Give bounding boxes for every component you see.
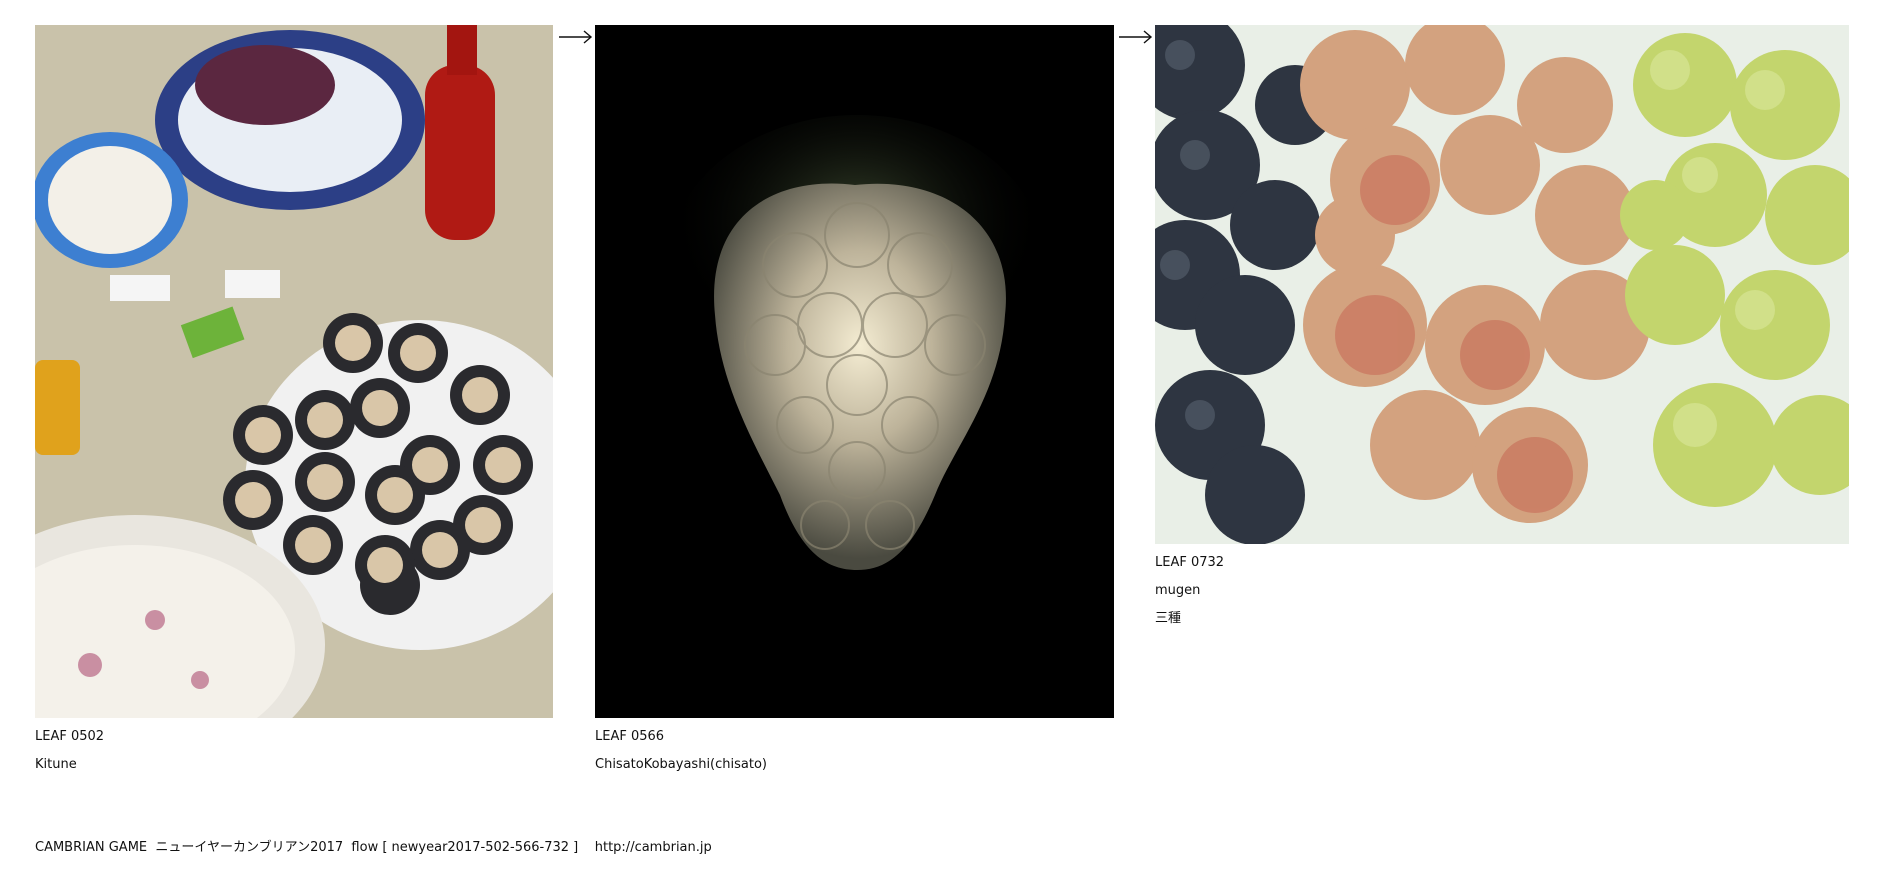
leaf-caption: LEAF 0502 Kitune xyxy=(35,723,553,779)
leaf-number[interactable]: LEAF 0732 xyxy=(1155,549,1849,577)
sushi-rolls-photo[interactable] xyxy=(35,25,553,718)
leaf-panel-0566: LEAF 0566 ChisatoKobayashi(chisato) xyxy=(595,25,1114,779)
leaf-caption: LEAF 0732 mugen 三種 xyxy=(1155,549,1849,633)
arrow-icon xyxy=(1119,30,1153,44)
leaf-number[interactable]: LEAF 0566 xyxy=(595,723,1114,751)
leaf-caption: LEAF 0566 ChisatoKobayashi(chisato) xyxy=(595,723,1114,779)
grape-lamp-photo[interactable] xyxy=(595,25,1114,718)
leaf-panel-0732: LEAF 0732 mugen 三種 xyxy=(1155,25,1849,633)
leaf-note: 三種 xyxy=(1155,611,1182,626)
leaf-panel-0502: LEAF 0502 Kitune xyxy=(35,25,553,779)
flow-footer: CAMBRIAN GAME ニューイヤーカンブリアン2017 flow [ ne… xyxy=(35,840,712,855)
arrow-icon xyxy=(559,30,593,44)
author-name[interactable]: mugen xyxy=(1155,577,1849,605)
leaf-number[interactable]: LEAF 0502 xyxy=(35,723,553,751)
author-name[interactable]: Kitune xyxy=(35,751,553,779)
author-name[interactable]: ChisatoKobayashi(chisato) xyxy=(595,751,1114,779)
grapes-photo[interactable] xyxy=(1155,25,1849,544)
